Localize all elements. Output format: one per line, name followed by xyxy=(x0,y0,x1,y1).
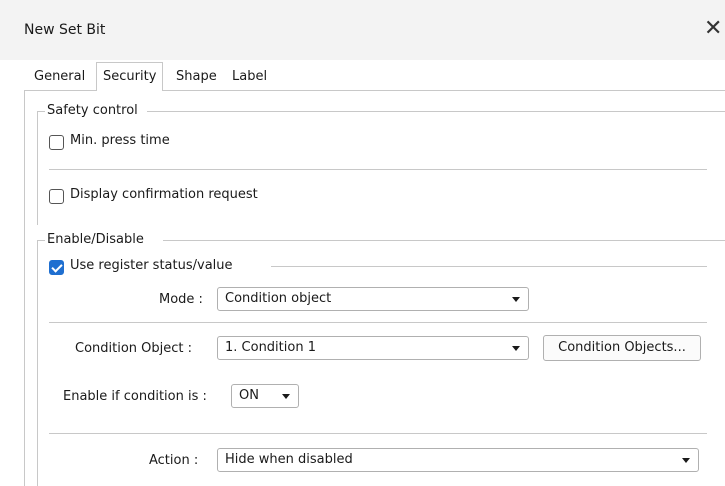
tab-security[interactable]: Security xyxy=(96,62,164,91)
min-press-time-checkbox[interactable] xyxy=(49,135,64,150)
tab-shape[interactable]: Shape xyxy=(170,65,223,89)
enable-group-border-left xyxy=(37,240,38,486)
confirmation-request-checkbox[interactable] xyxy=(49,189,64,204)
confirmation-request-label: Display confirmation request xyxy=(70,187,258,202)
chevron-down-icon xyxy=(682,458,690,463)
condition-object-label: Condition Object : xyxy=(75,341,193,356)
safety-group-border xyxy=(37,111,45,112)
action-label: Action : xyxy=(149,453,199,468)
safety-group-border-left xyxy=(37,111,38,225)
tab-general[interactable]: General xyxy=(28,65,91,89)
mode-value: Condition object xyxy=(225,291,332,306)
action-value: Hide when disabled xyxy=(225,452,353,467)
chevron-down-icon xyxy=(512,297,520,302)
min-press-time-label: Min. press time xyxy=(70,133,170,148)
safety-control-legend: Safety control xyxy=(47,103,138,118)
chevron-down-icon xyxy=(282,394,290,399)
enable-group-border xyxy=(37,240,45,241)
use-register-label: Use register status/value xyxy=(70,258,233,273)
condition-object-select[interactable]: 1. Condition 1 xyxy=(217,336,529,360)
enable-group-border xyxy=(163,240,725,241)
use-register-line xyxy=(271,266,707,267)
title-bar: New Set Bit ✕ xyxy=(0,0,725,60)
close-icon[interactable]: ✕ xyxy=(704,16,722,41)
action-select[interactable]: Hide when disabled xyxy=(217,448,699,472)
safety-divider xyxy=(49,169,707,170)
condition-objects-button[interactable]: Condition Objects... xyxy=(543,335,701,361)
enable-if-condition-label: Enable if condition is : xyxy=(63,389,207,404)
safety-group-border xyxy=(147,111,725,112)
window-title: New Set Bit xyxy=(24,22,106,38)
action-divider xyxy=(49,433,707,434)
tab-label[interactable]: Label xyxy=(226,65,273,89)
mode-divider xyxy=(49,322,707,323)
use-register-checkbox[interactable] xyxy=(49,260,64,275)
condition-object-value: 1. Condition 1 xyxy=(225,340,316,355)
security-panel: Safety control Min. press time Display c… xyxy=(24,91,725,486)
mode-label: Mode : xyxy=(159,292,203,307)
enable-disable-legend: Enable/Disable xyxy=(47,232,144,247)
enable-if-condition-value: ON xyxy=(239,388,259,403)
chevron-down-icon xyxy=(512,346,520,351)
enable-if-condition-select[interactable]: ON xyxy=(231,384,299,408)
mode-select[interactable]: Condition object xyxy=(217,287,529,311)
